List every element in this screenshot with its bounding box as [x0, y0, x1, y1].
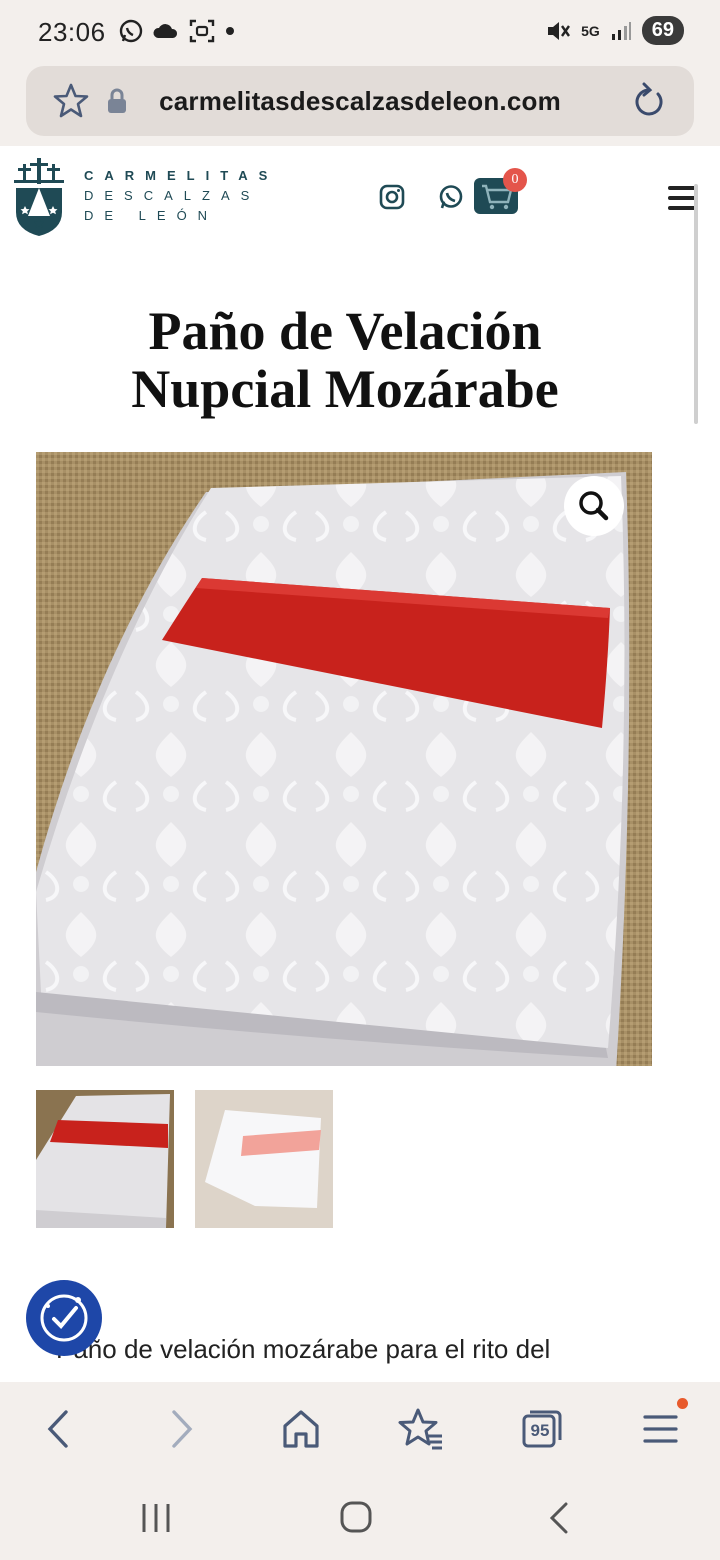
cloud-icon [153, 24, 178, 38]
brand-line-1: CARMELITAS [84, 168, 279, 183]
brand-name[interactable]: CARMELITAS DESCALZAS DE LEÓN [84, 166, 278, 226]
product-title: Paño de Velación Nupcial Mozárabe [131, 301, 559, 419]
home-icon[interactable] [276, 1404, 326, 1454]
thumbnail-pink-band-photo [195, 1090, 333, 1228]
accessibility-icon [40, 1294, 88, 1342]
signal-icon [611, 21, 631, 40]
web-page: CARMELITAS DESCALZAS DE LEÓN 0 Paño de V… [0, 146, 720, 1382]
accessibility-button[interactable] [26, 1280, 102, 1356]
site-header: CARMELITAS DESCALZAS DE LEÓN 0 [0, 146, 720, 424]
tabs-button[interactable]: 95 [516, 1404, 566, 1454]
recents-icon[interactable] [136, 1500, 176, 1536]
url-text[interactable]: carmelitasdescalzasdeleon.com [26, 86, 694, 117]
magnifier-icon [579, 491, 609, 521]
product-thumbnail-2[interactable] [195, 1090, 333, 1228]
cart-count-badge: 0 [503, 168, 527, 192]
menu-icon[interactable] [636, 1404, 686, 1454]
battery-level: 69 [641, 16, 684, 45]
product-main-image[interactable] [36, 452, 652, 1066]
product-description: Paño de velación mozárabe para el rito d… [56, 1334, 551, 1364]
status-system-icons: 5G 69 [545, 16, 684, 45]
back-icon[interactable] [34, 1404, 84, 1454]
home-circle-icon[interactable] [336, 1500, 376, 1536]
thumbnail-red-band-photo [36, 1090, 174, 1228]
zoom-button[interactable] [564, 476, 624, 536]
brand-line-3: DE LEÓN [84, 208, 219, 223]
carmelite-logo[interactable] [14, 158, 64, 236]
screen: 23:06 5G 69 carmelitasdescalzasdeleon.co… [0, 0, 720, 1560]
forward-icon[interactable] [156, 1404, 206, 1454]
brand-line-2: DESCALZAS [84, 188, 261, 203]
system-back-icon[interactable] [540, 1500, 580, 1536]
page-scrollbar[interactable] [694, 184, 698, 424]
mute-icon [548, 21, 571, 40]
status-notification-icons [118, 18, 236, 44]
system-navigation-bar [0, 1474, 720, 1560]
menu-notification-dot [677, 1398, 688, 1409]
status-bar: 23:06 5G 69 [0, 0, 720, 66]
dot-icon [226, 27, 234, 35]
status-time: 23:06 [38, 17, 106, 47]
product-thumbnail-1[interactable] [36, 1090, 174, 1228]
url-bar[interactable]: carmelitasdescalzasdeleon.com [26, 66, 694, 136]
network-type: 5G [581, 22, 600, 39]
reload-icon[interactable] [628, 82, 668, 122]
bookmarks-icon[interactable] [396, 1404, 446, 1454]
screenshot-icon [189, 19, 215, 43]
whatsapp-icon[interactable] [438, 184, 464, 210]
folded-cloth-photo [36, 452, 652, 1066]
browser-bottom-bar: 95 [0, 1382, 720, 1474]
tabs-count: 95 [530, 1421, 550, 1440]
instagram-icon[interactable] [379, 184, 405, 210]
whatsapp-notification-icon [119, 19, 143, 43]
